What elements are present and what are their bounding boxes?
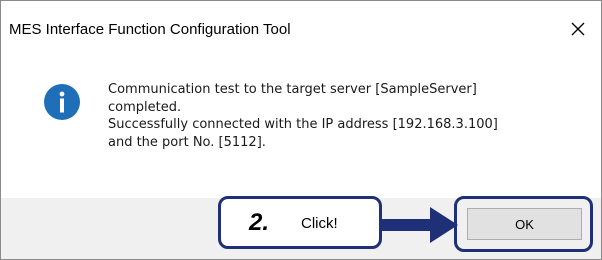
close-icon [571, 22, 585, 36]
message-text: Communication test to the target server … [108, 81, 588, 151]
title-bar: MES Interface Function Configuration Too… [1, 1, 601, 53]
step-number: 2. [249, 209, 270, 236]
step-callout: 2. Click! [218, 196, 382, 249]
message-line: Communication test to the target server … [108, 82, 477, 97]
message-line: Successfully connected with the IP addre… [108, 117, 498, 132]
message-line: and the port No. [5112]. [108, 134, 266, 150]
step-instruction: Click! [301, 215, 338, 232]
window-title: MES Interface Function Configuration Too… [9, 21, 291, 38]
message-line: completed. [108, 99, 182, 115]
ok-button[interactable]: OK [467, 208, 582, 240]
close-button[interactable] [555, 9, 601, 49]
arrow-right-icon [382, 207, 458, 243]
info-icon [44, 84, 80, 120]
